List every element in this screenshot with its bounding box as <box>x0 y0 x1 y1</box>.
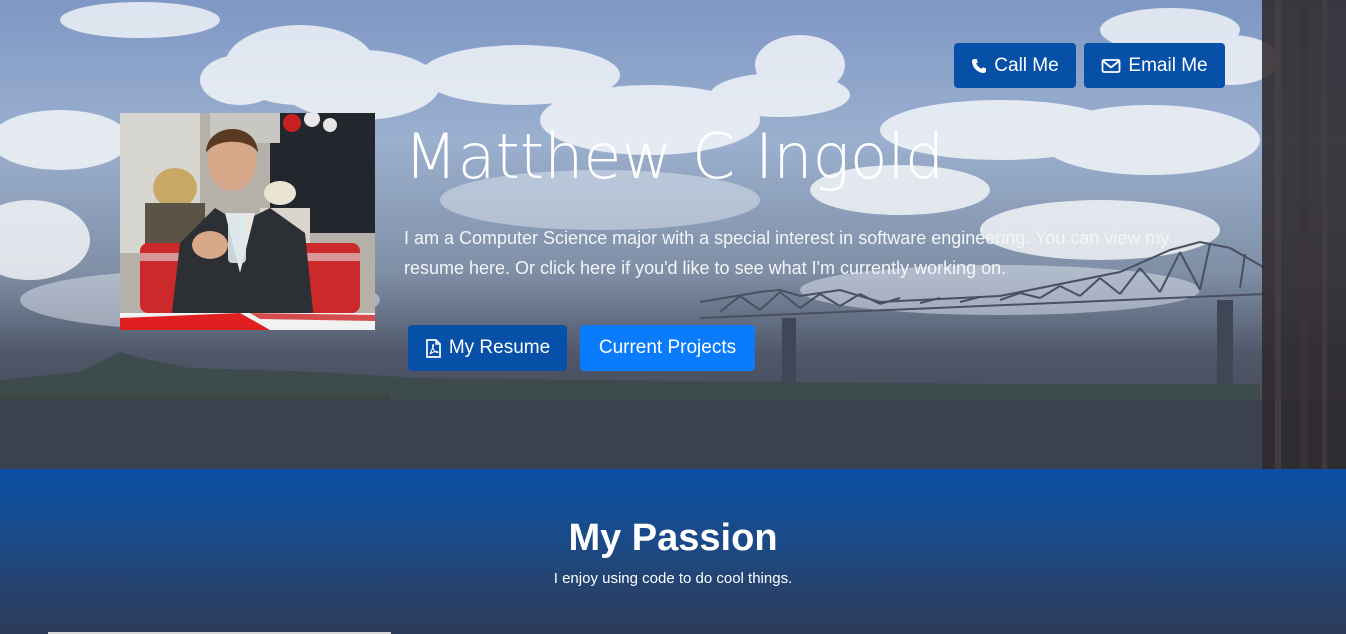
call-me-button[interactable]: Call Me <box>954 43 1076 88</box>
profile-photo <box>120 113 375 330</box>
email-me-button[interactable]: Email Me <box>1084 43 1225 88</box>
hero-intro: I am a Computer Science major with a spe… <box>404 228 1170 278</box>
pdf-file-icon <box>425 338 441 358</box>
passion-title: My Passion <box>568 517 778 559</box>
envelope-icon <box>1102 58 1121 73</box>
my-resume-label: My Resume <box>448 337 551 358</box>
passion-text: I enjoy using code to do cool things. <box>553 570 793 587</box>
hero-name: Matthew C Ingold <box>404 120 945 193</box>
hero-section: Call Me Email Me Matthew C Ingold I am a… <box>0 0 1346 469</box>
passion-section: My Passion I enjoy using code to do cool… <box>0 469 1346 634</box>
call-me-label: Call Me <box>994 54 1059 76</box>
phone-icon <box>972 58 987 73</box>
my-resume-button[interactable]: My Resume <box>408 325 567 371</box>
current-projects-label: Current Projects <box>598 337 737 358</box>
current-projects-button[interactable]: Current Projects <box>580 325 755 371</box>
email-me-label: Email Me <box>1128 54 1208 76</box>
river-water <box>0 400 1346 469</box>
